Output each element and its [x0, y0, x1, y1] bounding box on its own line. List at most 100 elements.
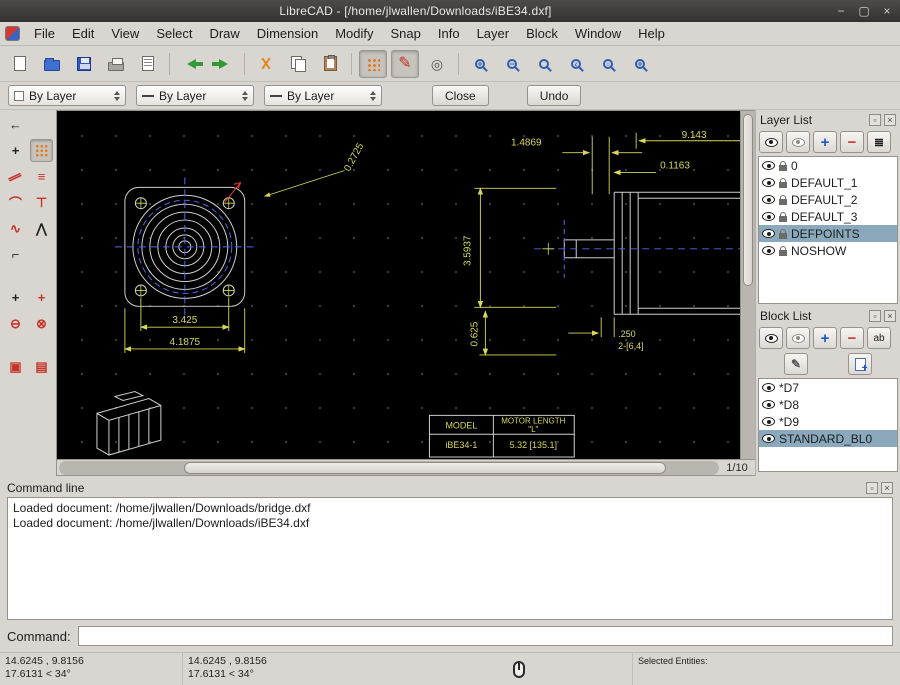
- draw-pen-toggle[interactable]: ✎: [391, 50, 419, 78]
- eye-icon[interactable]: [762, 246, 775, 255]
- snap-intersection-tool-button[interactable]: ⊗: [30, 312, 53, 335]
- zoom-out-button[interactable]: −: [498, 50, 526, 78]
- horizontal-scrollbar[interactable]: [59, 461, 719, 475]
- lock-icon[interactable]: [779, 216, 787, 222]
- add-block-button[interactable]: +: [813, 327, 837, 349]
- block-row[interactable]: *D9: [759, 413, 897, 430]
- menu-snap[interactable]: Snap: [383, 23, 429, 44]
- undo-button[interactable]: [177, 50, 205, 78]
- dock-float-button[interactable]: ▫: [869, 310, 881, 322]
- layer-attributes-button[interactable]: ≣: [867, 131, 891, 153]
- menu-dimension[interactable]: Dimension: [249, 23, 326, 44]
- vertical-scroll-thumb[interactable]: [743, 114, 753, 286]
- snap-grid-toggle[interactable]: [359, 50, 387, 78]
- vertical-scrollbar[interactable]: [740, 111, 755, 459]
- restore-button[interactable]: ▢: [854, 3, 874, 19]
- eye-icon[interactable]: [762, 383, 775, 392]
- menu-edit[interactable]: Edit: [64, 23, 102, 44]
- zoom-window-button[interactable]: ▫: [594, 50, 622, 78]
- lock-icon[interactable]: [779, 165, 787, 171]
- snap-grid-tool-button[interactable]: [30, 139, 53, 162]
- dock-float-button[interactable]: ▫: [869, 114, 881, 126]
- command-input[interactable]: [78, 626, 893, 646]
- add-layer-button[interactable]: +: [813, 131, 837, 153]
- layers-hide-all-button[interactable]: [786, 131, 810, 153]
- menu-file[interactable]: File: [26, 23, 63, 44]
- line-tool-button[interactable]: ∥: [4, 165, 27, 188]
- eye-icon[interactable]: [762, 229, 775, 238]
- divide-tool-button[interactable]: ⋀: [30, 217, 53, 240]
- back-tool-button[interactable]: ←: [4, 113, 27, 136]
- parallel-tool-button[interactable]: ≡: [30, 165, 53, 188]
- tangent-tool-button[interactable]: ⊤: [30, 191, 53, 214]
- pen-style-select[interactable]: By Layer: [264, 85, 382, 106]
- close-button[interactable]: ×: [877, 3, 897, 19]
- paste-button[interactable]: [316, 50, 344, 78]
- close-drawing-button[interactable]: Close: [432, 85, 489, 106]
- command-log[interactable]: Loaded document: /home/jlwallen/Download…: [7, 497, 893, 620]
- block-row[interactable]: *D8: [759, 396, 897, 413]
- layers-show-all-button[interactable]: [759, 131, 783, 153]
- menu-info[interactable]: Info: [430, 23, 468, 44]
- dock-close-button[interactable]: ×: [884, 114, 896, 126]
- save-button[interactable]: [70, 50, 98, 78]
- blocks-hide-all-button[interactable]: [786, 327, 810, 349]
- eye-icon[interactable]: [762, 161, 775, 170]
- spline-tool-button[interactable]: ∿: [4, 217, 27, 240]
- layer-row-selected[interactable]: DEFPOINTS: [759, 225, 897, 242]
- eye-icon[interactable]: [762, 400, 775, 409]
- rename-block-button[interactable]: ab: [867, 327, 891, 349]
- zoom-previous-button[interactable]: ‹: [562, 50, 590, 78]
- print-button[interactable]: [102, 50, 130, 78]
- menu-layer[interactable]: Layer: [469, 23, 518, 44]
- pen-color-select[interactable]: By Layer: [8, 85, 126, 106]
- lock-icon[interactable]: [779, 182, 787, 188]
- blocks-show-all-button[interactable]: [759, 327, 783, 349]
- menu-draw[interactable]: Draw: [201, 23, 247, 44]
- layer-row[interactable]: 0: [759, 157, 897, 174]
- eye-icon[interactable]: [762, 178, 775, 187]
- dock-close-button[interactable]: ×: [884, 310, 896, 322]
- drawing-canvas[interactable]: 3.425 4.1875 0.2725 1.4869 9.143 0.1163: [57, 111, 740, 459]
- block-row-selected[interactable]: STANDARD_BL0: [759, 430, 897, 447]
- tag-tool-button[interactable]: ▤: [30, 355, 53, 378]
- corner-tool-button[interactable]: ⌐: [4, 243, 27, 266]
- snap-point-tool-button[interactable]: +: [30, 286, 53, 309]
- menu-select[interactable]: Select: [148, 23, 200, 44]
- horizontal-scroll-thumb[interactable]: [184, 462, 666, 474]
- lock-icon[interactable]: [779, 233, 787, 239]
- copy-button[interactable]: [284, 50, 312, 78]
- layer-row[interactable]: DEFAULT_1: [759, 174, 897, 191]
- snap-restrict-tool-button[interactable]: ⊖: [4, 312, 27, 335]
- pen-width-select[interactable]: By Layer: [136, 85, 254, 106]
- cut-button[interactable]: [252, 50, 280, 78]
- insert-block-button[interactable]: [848, 353, 872, 375]
- open-button[interactable]: [38, 50, 66, 78]
- arc-tool-button[interactable]: ⌒: [4, 191, 27, 214]
- print-preview-button[interactable]: [134, 50, 162, 78]
- lock-icon[interactable]: [779, 199, 787, 205]
- layer-row[interactable]: DEFAULT_2: [759, 191, 897, 208]
- point-tool-button[interactable]: +: [4, 139, 27, 162]
- lock-icon[interactable]: [779, 250, 787, 256]
- new-document-button[interactable]: [6, 50, 34, 78]
- menu-block[interactable]: Block: [518, 23, 566, 44]
- block-row[interactable]: *D7: [759, 379, 897, 396]
- undo-action-button[interactable]: Undo: [527, 85, 582, 106]
- eye-icon[interactable]: [762, 212, 775, 221]
- remove-block-button[interactable]: −: [840, 327, 864, 349]
- layer-row[interactable]: NOSHOW: [759, 242, 897, 259]
- menu-modify[interactable]: Modify: [327, 23, 381, 44]
- menu-help[interactable]: Help: [630, 23, 673, 44]
- zoom-auto-button[interactable]: [530, 50, 558, 78]
- dock-close-button[interactable]: ×: [881, 482, 893, 494]
- snap-center-button[interactable]: ◎: [423, 50, 451, 78]
- menu-window[interactable]: Window: [567, 23, 629, 44]
- select-entity-tool-button[interactable]: ▣: [4, 355, 27, 378]
- eye-icon[interactable]: [762, 195, 775, 204]
- minimize-button[interactable]: −: [831, 3, 851, 19]
- eye-icon[interactable]: [762, 434, 775, 443]
- menu-view[interactable]: View: [103, 23, 147, 44]
- eye-icon[interactable]: [762, 417, 775, 426]
- edit-block-button[interactable]: ✎: [784, 353, 808, 375]
